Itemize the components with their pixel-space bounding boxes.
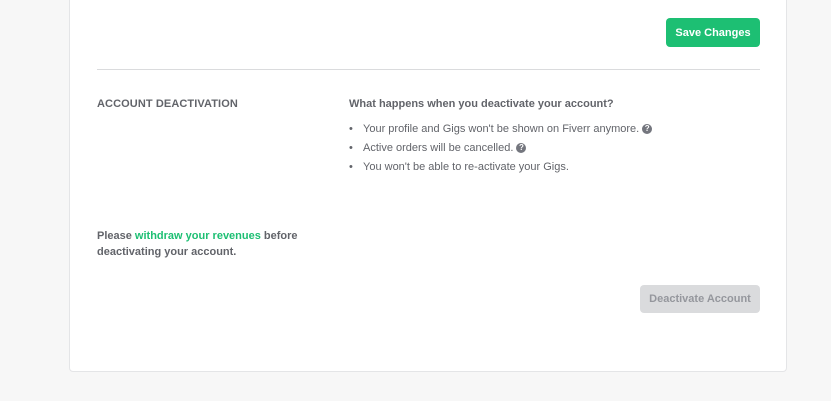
- list-item: • You won't be able to re-activate your …: [349, 160, 652, 179]
- help-icon[interactable]: ?: [642, 124, 653, 134]
- bullet-marker: •: [349, 123, 353, 135]
- list-item-text: Active orders will be cancelled.: [363, 142, 514, 154]
- deactivation-question: What happens when you deactivate your ac…: [349, 98, 614, 110]
- list-item: • Your profile and Gigs won't be shown o…: [349, 122, 653, 141]
- consequences-list: • Your profile and Gigs won't be shown o…: [349, 122, 653, 179]
- section-title: ACCOUNT DEACTIVATION: [97, 98, 238, 110]
- settings-card: [69, 0, 787, 372]
- withdraw-revenues-link[interactable]: withdraw your revenues: [135, 230, 261, 242]
- list-item-text: You won't be able to re-activate your Gi…: [363, 161, 569, 173]
- save-changes-button[interactable]: Save Changes: [666, 18, 760, 47]
- withdraw-notice: Please withdraw your revenues before dea…: [97, 228, 327, 260]
- section-divider: [97, 69, 760, 70]
- bullet-marker: •: [349, 142, 353, 154]
- bullet-marker: •: [349, 161, 353, 173]
- notice-prefix: Please: [97, 230, 135, 242]
- list-item: • Active orders will be cancelled. ?: [349, 141, 652, 160]
- deactivate-account-button[interactable]: Deactivate Account: [640, 285, 760, 313]
- help-icon[interactable]: ?: [516, 143, 527, 153]
- list-item-text: Your profile and Gigs won't be shown on …: [363, 123, 640, 135]
